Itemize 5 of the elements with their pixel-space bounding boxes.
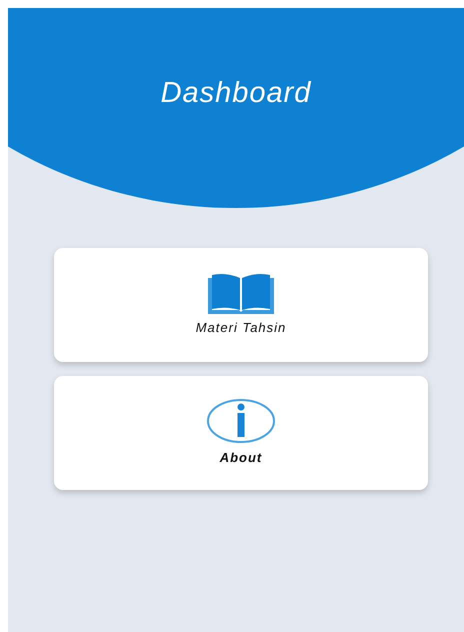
- book-icon: [206, 272, 276, 314]
- info-icon: [206, 398, 276, 444]
- menu-card[interactable]: About: [54, 376, 428, 490]
- menu-card[interactable]: Materi Tahsin: [54, 248, 428, 362]
- page-title: Dashboard: [160, 76, 312, 110]
